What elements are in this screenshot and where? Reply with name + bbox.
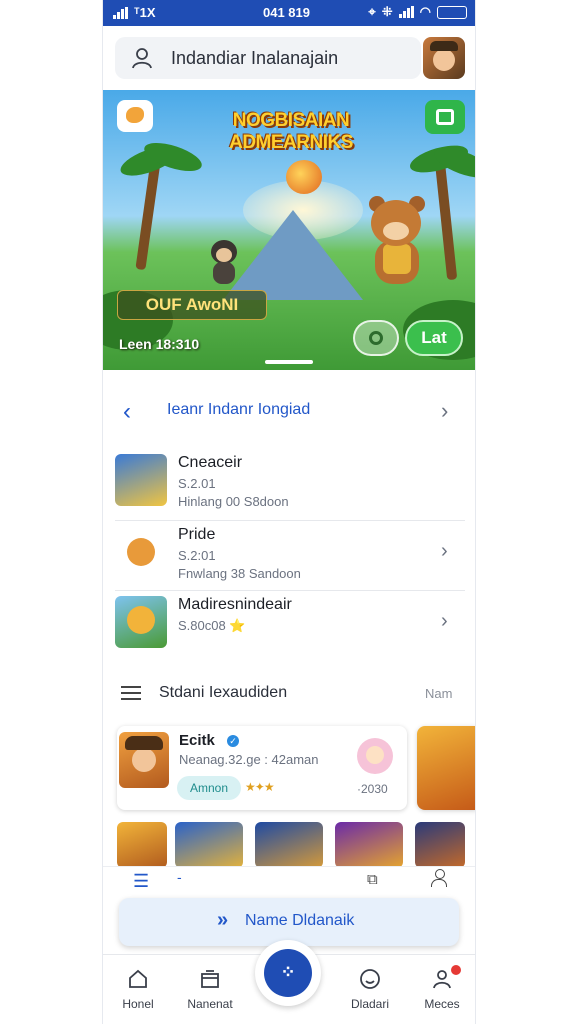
notification-badge (451, 965, 461, 975)
hero-date: Leen 18:310 (119, 336, 200, 352)
next-card-preview[interactable] (417, 726, 475, 810)
list-item[interactable]: Madiresnindeair S.80c08 ⭐ › (103, 594, 475, 662)
tab-home[interactable]: Honel (103, 955, 173, 1024)
list-item[interactable]: Pride S.2:01 Fnwlang 38 Sandoon › (103, 524, 475, 592)
card-meta: Neanag.32.ge : 42aman (179, 752, 319, 767)
floating-action-label: Name Dldanaik (245, 912, 355, 929)
search-label: Indandiar Inalanajain (171, 48, 339, 68)
list-icon (121, 686, 141, 700)
battery-icon (437, 5, 467, 19)
section-title: Ieanr Indanr Iongiad (167, 401, 311, 418)
list-item-version: S.80c08 ⭐ (178, 618, 246, 633)
rating-stars: ★✦★ (245, 780, 275, 794)
tab-store[interactable]: Nanenat (175, 955, 245, 1024)
center-action-button[interactable]: ⁘ (255, 940, 321, 1006)
game-thumbnail (115, 526, 167, 578)
home-icon (129, 969, 147, 988)
status-bar: ᵀ1X 041 819 ⌖ ⁜ ◠ (103, 0, 475, 26)
menu-icon[interactable]: ☰ (133, 871, 149, 892)
user-icon (132, 48, 152, 69)
game-tile[interactable] (175, 822, 243, 868)
profile-avatar[interactable] (423, 37, 465, 79)
phone-screen: ᵀ1X 041 819 ⌖ ⁜ ◠ Indandiar Inalanajain (102, 0, 476, 1024)
game-tile[interactable] (335, 822, 403, 868)
double-chevron-icon: » (217, 909, 229, 931)
search-bar[interactable]: Indandiar Inalanajain (115, 37, 421, 79)
featured-card[interactable]: Ecitk ✓ Neanag.32.ge : 42aman Amnon ★✦★ … (117, 726, 407, 810)
hero-cta-button[interactable]: Lat (405, 320, 463, 356)
person-icon[interactable] (431, 869, 447, 887)
avatar-face (433, 49, 455, 71)
bear-character (365, 196, 427, 290)
list-item-meta: Fnwlang 38 Sandoon (178, 566, 301, 581)
list-item-name: Pride (178, 526, 216, 543)
card-character-image (119, 732, 169, 788)
chevron-right-icon[interactable]: › (441, 610, 448, 633)
smiley-icon (360, 969, 380, 989)
tab-label: Honel (122, 997, 154, 1011)
chevron-right-icon[interactable]: › (441, 540, 448, 563)
grid-icon: ⁘ (264, 949, 312, 997)
palm-trunk-left (135, 159, 161, 271)
cell-signal-icon (398, 6, 414, 18)
list-item-version: S.2.01 (178, 476, 216, 491)
carousel-indicator (265, 360, 313, 364)
tag-label: Amnon (189, 781, 229, 795)
card-avatar (357, 738, 393, 774)
monkey-character (203, 240, 243, 288)
vibrate-icon: ⁜ (381, 4, 393, 19)
hero-game-icon[interactable] (117, 100, 153, 132)
game-title-art: NOGBISAIAN ADMEARNIKS (229, 110, 353, 153)
see-more-link[interactable]: Nam (425, 686, 452, 701)
list-item[interactable]: Cneaceir S.2.01 Hinlang 00 S8doon (103, 452, 475, 520)
status-time: 041 819 (263, 5, 310, 20)
list-item-name: Cneaceir (178, 454, 243, 471)
tab-label: Meces (424, 997, 460, 1011)
game-tile[interactable] (255, 822, 323, 868)
palm-trunk-right (434, 159, 458, 281)
section-title: Stdani Iexaudiden (159, 684, 288, 701)
wifi-icon: ◠ (419, 4, 431, 19)
card-tag[interactable]: Amnon (177, 776, 241, 800)
game-thumbnail-strip (117, 822, 475, 868)
hero-reload-button[interactable] (353, 320, 399, 356)
store-icon (201, 970, 219, 988)
status-right: ⌖ ⁜ ◠ (368, 4, 467, 20)
carrier-text: ᵀ1X (134, 5, 156, 20)
list-item-meta: Hinlang 00 S8doon (178, 494, 289, 509)
game-tile[interactable] (117, 822, 167, 868)
status-left: ᵀ1X (113, 5, 156, 20)
list-item-version: S.2:01 (178, 548, 216, 563)
reload-icon (369, 331, 383, 345)
card-title: Ecitk (179, 732, 215, 749)
signal-icon (113, 6, 128, 19)
list-item-name: Madiresnindeair (178, 596, 292, 613)
game-tile[interactable] (415, 822, 465, 868)
avatar-hat (430, 41, 458, 51)
game-thumbnail (115, 596, 167, 648)
divider (115, 520, 465, 521)
tab-label: Nanenat (187, 997, 233, 1011)
alarm-icon: ⌖ (368, 4, 376, 19)
section-header-1[interactable]: ‹ Ieanr Indanr Iongiad › (103, 390, 475, 430)
chevron-right-icon[interactable]: › (441, 398, 448, 424)
hero-mountain (223, 210, 363, 300)
book-icon[interactable]: ⧉ (367, 871, 378, 888)
card-price: ·2030 (357, 782, 388, 796)
tab-profile[interactable]: Meces (407, 955, 475, 1024)
mini-toolbar: ☰ - ⧉ (103, 866, 475, 894)
tab-label: Dladari (350, 997, 389, 1011)
hero-share-icon[interactable] (425, 100, 465, 134)
hero-banner[interactable]: NOGBISAIAN ADMEARNIKS OUF AwoNI Leen 18:… (103, 90, 475, 370)
section-header-2: Stdani Iexaudiden Nam (103, 680, 475, 710)
divider (115, 590, 465, 591)
verified-icon: ✓ (227, 735, 239, 747)
fruit-ball (286, 160, 322, 194)
floating-action-bar[interactable]: » Name Dldanaik (119, 898, 459, 946)
chevron-left-icon[interactable]: ‹ (123, 398, 131, 426)
game-thumbnail (115, 454, 167, 506)
tab-social[interactable]: Dladari (335, 955, 405, 1024)
dot-icon: - (177, 869, 182, 885)
offer-badge: OUF AwoNI (117, 290, 267, 320)
